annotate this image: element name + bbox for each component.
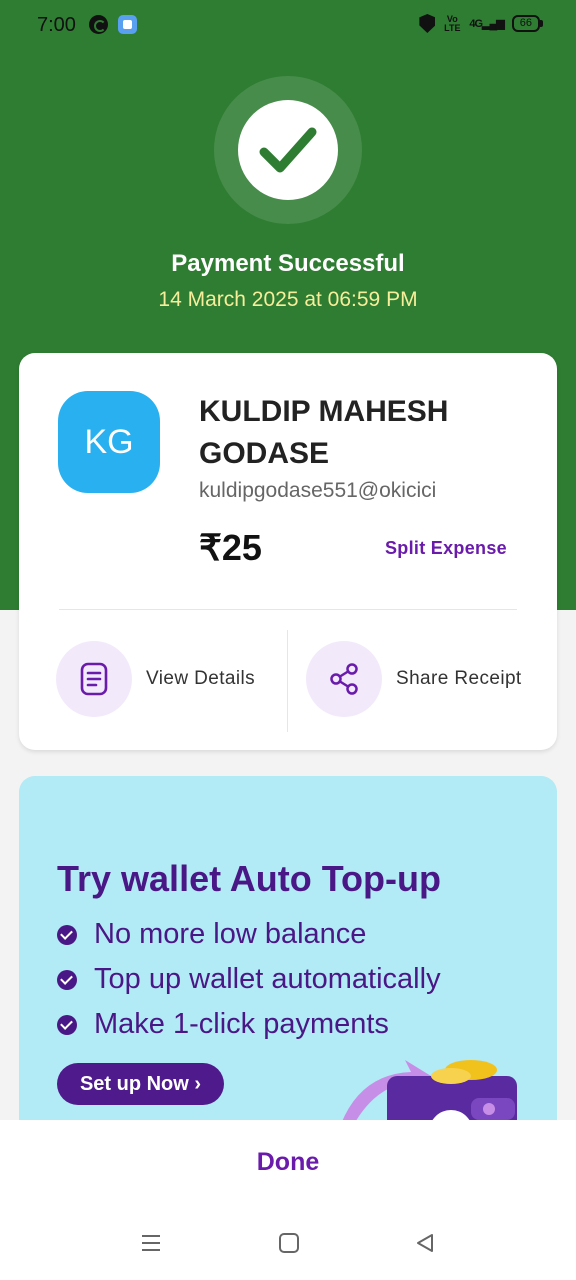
share-receipt-label: Share Receipt — [396, 668, 522, 689]
promo-banner[interactable]: Try wallet Auto Top-up No more low balan… — [19, 776, 557, 1176]
avatar: KG — [58, 391, 160, 493]
promo-bullet: Top up wallet automatically — [57, 957, 441, 1002]
back-icon[interactable] — [414, 1232, 436, 1254]
done-button[interactable]: Done — [0, 1148, 576, 1177]
view-details-label: View Details — [146, 668, 255, 689]
card-divider — [59, 609, 517, 610]
view-details-button[interactable]: View Details — [56, 641, 255, 717]
payment-status-title: Payment Successful — [171, 250, 405, 277]
security-shield-icon — [419, 14, 436, 33]
check-circle-icon — [57, 969, 77, 990]
promo-bullet-text: No more low balance — [94, 918, 367, 950]
battery-indicator: 66 — [511, 15, 544, 32]
promo-bullet-text: Make 1-click payments — [94, 1008, 389, 1040]
volte-indicator: Vo LTE — [444, 13, 461, 33]
menu-icon[interactable] — [140, 1232, 162, 1254]
payee-name: KULDIP MAHESH GODASE — [199, 395, 449, 470]
check-icon — [259, 127, 317, 173]
status-right-icons: Vo LTE 4G▂▄▆ 66 — [419, 13, 544, 33]
promo-title: Try wallet Auto Top-up — [57, 858, 441, 899]
status-bar: 7:00 Vo LTE 4G▂▄▆ 66 — [0, 0, 576, 50]
app-notification-icon — [118, 15, 137, 34]
payee-upi-id: kuldipgodase551@okicici — [199, 479, 437, 502]
split-expense-button[interactable]: Split Expense — [385, 538, 507, 559]
setup-now-button[interactable]: Set up Now › — [57, 1063, 224, 1105]
whatsapp-notification-icon — [89, 15, 108, 34]
home-icon[interactable] — [278, 1232, 300, 1254]
payment-amount: ₹25 — [199, 527, 262, 568]
payment-datetime: 14 March 2025 at 06:59 PM — [158, 288, 418, 311]
status-time: 7:00 — [37, 14, 76, 36]
actions-divider — [287, 630, 288, 732]
document-icon — [80, 662, 108, 696]
payee-card: KG KULDIP MAHESH GODASE kuldipgodase551@… — [19, 353, 557, 750]
share-icon — [330, 663, 358, 695]
action-icon-container — [306, 641, 382, 717]
promo-bullet-list: No more low balance Top up wallet automa… — [57, 912, 441, 1047]
success-circle — [238, 100, 338, 200]
check-circle-icon — [57, 1014, 77, 1035]
signal-indicator: 4G▂▄▆ — [469, 18, 504, 30]
signal-label: 4G — [469, 18, 483, 30]
success-badge — [214, 76, 362, 224]
promo-bullet: No more low balance — [57, 912, 441, 957]
share-receipt-button[interactable]: Share Receipt — [306, 641, 522, 717]
promo-bullet: Make 1-click payments — [57, 1002, 441, 1047]
footer: Done — [0, 1120, 576, 1280]
action-icon-container — [56, 641, 132, 717]
promo-bullet-text: Top up wallet automatically — [94, 963, 441, 995]
check-circle-icon — [57, 924, 77, 945]
